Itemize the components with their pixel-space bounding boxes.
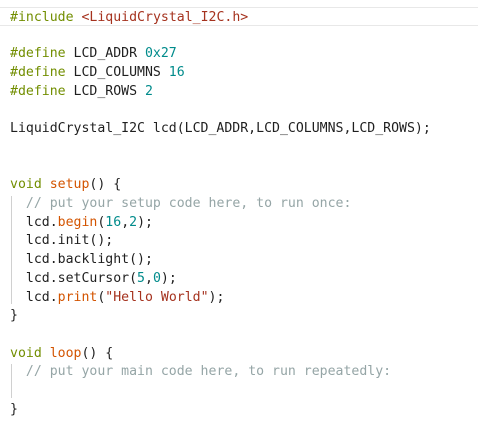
code-line[interactable]: #define LCD_ADDR 0x27 xyxy=(10,44,177,63)
code-token: ); xyxy=(160,270,177,286)
code-line[interactable]: lcd.print("Hello World"); xyxy=(10,288,225,307)
code-token: ); xyxy=(208,289,225,305)
code-editor[interactable]: #include <LiquidCrystal_I2C.h> #define LC… xyxy=(0,0,478,438)
code-token: 16 xyxy=(168,65,185,81)
code-token: ); xyxy=(137,214,153,230)
code-line[interactable]: } xyxy=(10,400,18,419)
code-token: void xyxy=(10,345,42,361)
code-token: 2 xyxy=(129,214,138,230)
code-token: #define xyxy=(10,46,66,62)
code-line[interactable]: // put your setup code here, to run once… xyxy=(10,194,352,213)
code-token: lcd. xyxy=(10,214,58,230)
indent-guide xyxy=(11,364,12,398)
code-token: #define xyxy=(10,83,66,99)
indent-guide xyxy=(11,196,12,305)
code-line[interactable]: lcd.begin(16,2); xyxy=(10,213,153,232)
code-line[interactable]: } xyxy=(10,306,18,325)
code-line[interactable]: void loop() { xyxy=(10,344,113,363)
code-token: "Hello World" xyxy=(105,289,209,305)
code-token: 16 xyxy=(105,214,122,230)
code-token: begin xyxy=(57,214,98,230)
code-line[interactable]: void setup() { xyxy=(10,175,121,194)
code-token: () { xyxy=(89,177,122,193)
code-token: print xyxy=(57,289,98,305)
code-token: lcd.backlight(); xyxy=(10,252,153,268)
code-token: 5 xyxy=(137,270,145,286)
code-line[interactable]: #define LCD_ROWS 2 xyxy=(10,82,153,101)
code-token: LCD_COLUMNS xyxy=(65,65,169,81)
code-token: LCD_ADDR xyxy=(65,46,145,62)
code-line[interactable]: #include <LiquidCrystal_I2C.h> xyxy=(0,7,478,26)
code-token: lcd.setCursor( xyxy=(10,270,138,286)
code-token: loop xyxy=(49,345,82,361)
code-token: () { xyxy=(81,345,114,361)
code-token: LiquidCrystal_I2C lcd(LCD_ADDR,LCD_COLUM… xyxy=(10,121,431,137)
code-token: void xyxy=(10,177,42,193)
code-token: #define xyxy=(10,65,66,81)
code-token: , xyxy=(145,270,153,286)
code-token: LCD_ROWS xyxy=(65,83,145,99)
code-line[interactable]: lcd.init(); xyxy=(10,231,113,250)
code-line[interactable]: // put your main code here, to run repea… xyxy=(10,362,391,381)
code-token: lcd. xyxy=(10,289,58,305)
code-token: // put your main code here, to run repea… xyxy=(25,364,392,380)
code-token: lcd.init(); xyxy=(10,233,114,249)
code-token: } xyxy=(10,401,18,417)
code-token: #include xyxy=(10,10,74,25)
code-token: setup xyxy=(49,177,90,193)
code-line[interactable]: lcd.setCursor(5,0); xyxy=(10,269,177,288)
code-token: 0 xyxy=(152,270,161,286)
code-token: // put your setup code here, to run once… xyxy=(25,196,352,211)
code-token: 0x27 xyxy=(144,46,177,62)
code-token: <LiquidCrystal_I2C.h> xyxy=(81,10,249,25)
code-token: 2 xyxy=(144,83,153,99)
code-line[interactable]: lcd.backlight(); xyxy=(10,250,153,269)
code-line[interactable]: #define LCD_COLUMNS 16 xyxy=(10,63,185,82)
code-token: , xyxy=(121,214,130,230)
code-line[interactable]: LiquidCrystal_I2C lcd(LCD_ADDR,LCD_COLUM… xyxy=(10,119,431,138)
code-token: } xyxy=(10,308,18,324)
